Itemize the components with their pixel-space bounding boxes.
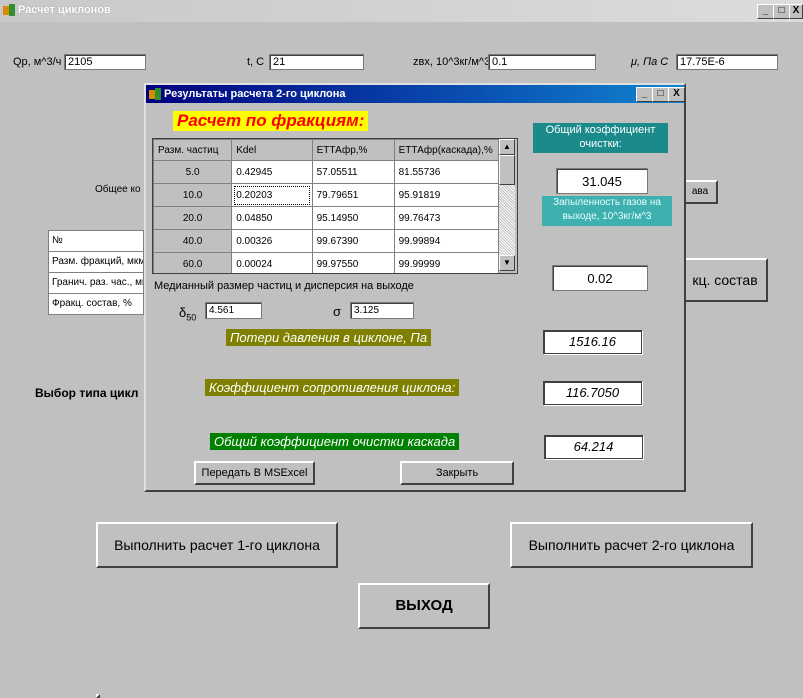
sigma-symbol: σ: [333, 304, 342, 319]
close-button[interactable]: X: [789, 4, 803, 19]
cyclone-type-label: Выбор типа цикл: [35, 386, 139, 400]
grid-cell-etta[interactable]: 95.14950: [311, 206, 395, 230]
grid-cell-etta-cascade[interactable]: 81.55736: [393, 160, 500, 184]
t-label: t, С: [247, 56, 265, 68]
zvx-input[interactable]: [488, 54, 596, 70]
main-title-bar: Расчет циклонов _ □ X: [0, 0, 803, 22]
grid-cell-kdel[interactable]: 0.00024: [231, 252, 313, 273]
dialog-title: Результаты расчета 2-го циклона: [164, 88, 346, 100]
fraction-row-size: Разм. фракций, мкм: [48, 252, 144, 273]
grid-header-size: Разм. частиц: [153, 139, 233, 161]
fraction-table: № Разм. фракций, мкм Гранич. раз. час., …: [48, 230, 144, 315]
cascade-label: Общий коэффициент очистки каскада: [210, 433, 460, 450]
grid-cell-size: 40.0: [153, 229, 233, 253]
dialog-maximize-button[interactable]: □: [652, 87, 669, 102]
total-coef-label: Общий коэффициент очистки:: [533, 123, 668, 153]
dialog-icon: [149, 88, 162, 101]
sostav-button[interactable]: ава: [682, 180, 718, 204]
pressure-label: Потери давления в циклоне, Па: [226, 329, 432, 346]
grid-row[interactable]: 20.0 0.04850 95.14950 99.76473: [153, 206, 500, 230]
grid-row[interactable]: 40.0 0.00326 99.67390 99.99894: [153, 229, 500, 253]
zvx-label: zвх, 10^3кг/м^3: [413, 56, 491, 68]
main-window-title: Расчет циклонов: [18, 4, 111, 16]
minimize-button[interactable]: _: [757, 4, 774, 19]
sigma-input[interactable]: [350, 302, 414, 319]
export-excel-button[interactable]: Передать В MSExcel: [194, 461, 315, 485]
run-cyclone-1-button[interactable]: Выполнить расчет 1-го циклона: [96, 522, 338, 568]
close-dialog-button[interactable]: Закрыть: [400, 461, 514, 485]
grid-cell-etta-cascade[interactable]: 99.99894: [393, 229, 500, 253]
grid-cell-etta[interactable]: 99.97550: [311, 252, 395, 273]
grid-cell-etta[interactable]: 57.05511: [311, 160, 395, 184]
q-label: Qр, м^3/ч: [13, 56, 62, 68]
t-input[interactable]: [269, 54, 364, 70]
dialog-close-button[interactable]: X: [668, 87, 685, 102]
total-coef-value[interactable]: [556, 168, 648, 194]
grid-row[interactable]: 60.0 0.00024 99.97550 99.99999: [153, 252, 500, 273]
grid-header-kdel: Kdel: [231, 139, 313, 161]
resistance-value: 116.7050: [543, 381, 642, 405]
fractions-table: Разм. частиц Kdel ЕТТАфр,% ЕТТАфр(каскад…: [153, 139, 500, 273]
pressure-value: 1516.16: [543, 330, 642, 354]
fraction-row-num: №: [48, 230, 144, 252]
grid-row[interactable]: 5.0 0.42945 57.05511 81.55736: [153, 160, 500, 184]
results-dialog: Результаты расчета 2-го циклона _ □ X Ра…: [144, 83, 686, 492]
run-cyclone-2-button[interactable]: Выполнить расчет 2-го циклона: [510, 522, 753, 568]
fraction-row-limit: Гранич. раз. час., мкм: [48, 273, 144, 294]
grid-cell-kdel[interactable]: 0.04850: [231, 206, 313, 230]
grid-cell-size: 10.0: [153, 183, 233, 207]
grid-header-etta: ЕТТАфр,%: [311, 139, 395, 161]
dust-value[interactable]: [552, 265, 648, 291]
scroll-up-arrow[interactable]: ▲: [499, 139, 515, 155]
dialog-title-bar: Результаты расчета 2-го циклона _ □ X: [146, 85, 685, 103]
grid-row[interactable]: 10.0 0.20203 79.79651 95.91819: [153, 183, 500, 207]
maximize-button[interactable]: □: [773, 4, 790, 19]
app-icon: [3, 4, 16, 17]
grid-cell-etta-cascade[interactable]: 99.76473: [393, 206, 500, 230]
fractions-header: Расчет по фракциям:: [173, 111, 369, 131]
d50-symbol: δ50: [179, 305, 197, 323]
cascade-value: 64.214: [544, 435, 643, 459]
dialog-minimize-button[interactable]: _: [636, 87, 653, 102]
grid-cell-size: 5.0: [153, 160, 233, 184]
frakc-sostav-button[interactable]: кц. состав: [682, 258, 768, 302]
scroll-down-arrow[interactable]: ▼: [499, 255, 515, 271]
grid-scrollbar[interactable]: ▲ ▼: [499, 139, 515, 271]
grid-cell-etta[interactable]: 79.79651: [311, 183, 395, 207]
dust-label: Запыленность газов на выходе, 10^3кг/м^3: [542, 196, 672, 226]
grid-cell-kdel[interactable]: 0.00326: [231, 229, 313, 253]
grid-cell-etta-cascade[interactable]: 95.91819: [393, 183, 500, 207]
grid-header-etta-cascade: ЕТТАфр(каскада),%: [393, 139, 500, 161]
mu-input[interactable]: [676, 54, 778, 70]
grid-cell-size: 60.0: [153, 252, 233, 273]
q-input[interactable]: [64, 54, 146, 70]
d50-input[interactable]: [205, 302, 262, 319]
grid-cell-etta[interactable]: 99.67390: [311, 229, 395, 253]
resistance-label: Коэффициент сопротивления циклона:: [205, 379, 460, 396]
fraction-row-composition: Фракц. состав, %: [48, 294, 144, 315]
grid-header-row: Разм. частиц Kdel ЕТТАфр,% ЕТТАфр(каскад…: [153, 139, 500, 161]
exit-button[interactable]: ВЫХОД: [358, 583, 490, 629]
mu-label: μ, Па С: [631, 56, 669, 68]
obshee-label: Общее ко: [95, 184, 141, 195]
grid-cell-kdel[interactable]: 0.20203: [231, 183, 313, 207]
grid-cell-size: 20.0: [153, 206, 233, 230]
scroll-thumb[interactable]: [499, 155, 515, 185]
median-label: Медианный размер частиц и дисперсия на в…: [154, 280, 414, 292]
grid-cell-kdel[interactable]: 0.42945: [231, 160, 313, 184]
grid-cell-etta-cascade[interactable]: 99.99999: [393, 252, 500, 273]
fractions-grid: Разм. частиц Kdel ЕТТАфр,% ЕТТАфр(каскад…: [152, 138, 518, 274]
